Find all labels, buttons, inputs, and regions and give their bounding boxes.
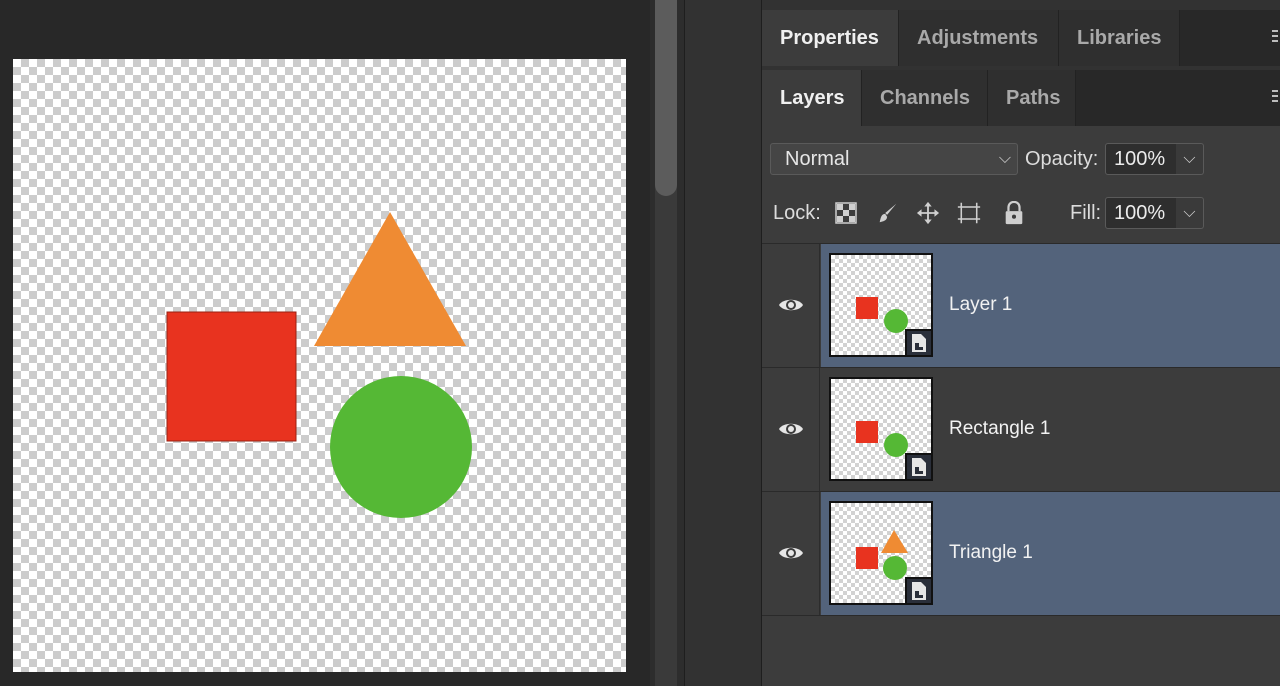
tab-libraries[interactable]: Libraries	[1059, 10, 1180, 66]
orange-triangle-shape[interactable]	[314, 212, 466, 346]
layer-row-rectangle-1[interactable]: Rectangle 1	[762, 368, 1280, 491]
opacity-label: Opacity:	[1025, 148, 1099, 170]
canvas-scrollbar[interactable]	[650, 0, 685, 686]
layer-thumbnail	[829, 501, 933, 605]
panel-menu-icon[interactable]	[1272, 30, 1278, 45]
layer-main-cell[interactable]: Triangle 1	[821, 492, 1280, 615]
layer-name[interactable]: Rectangle 1	[949, 418, 1050, 440]
layers-tab-bar: Layers Channels Paths	[762, 70, 1280, 126]
properties-tab-bar: Properties Adjustments Libraries	[762, 10, 1280, 66]
smart-object-icon	[905, 453, 931, 479]
document-canvas[interactable]	[13, 59, 626, 672]
visibility-toggle[interactable]	[762, 244, 820, 367]
thumb-square-shape	[856, 547, 878, 569]
fill-dropdown-button[interactable]: ⌵	[1176, 197, 1204, 229]
opacity-dropdown-button[interactable]: ⌵	[1176, 143, 1204, 175]
layers-panel-menu-icon[interactable]	[1272, 90, 1278, 105]
layer-row-layer-1[interactable]: Layer 1	[762, 244, 1280, 367]
visibility-toggle[interactable]	[762, 368, 820, 491]
chevron-down-icon: ⌵	[998, 150, 1011, 167]
layers-panel: Normal ⌵ Opacity: 100% ⌵ Lock: Fill: 100…	[762, 126, 1280, 686]
tab-channels[interactable]: Channels	[862, 70, 988, 126]
tab-layers[interactable]: Layers	[762, 70, 862, 126]
layer-main-cell[interactable]: Layer 1	[821, 244, 1280, 367]
layer-name[interactable]: Layer 1	[949, 294, 1012, 316]
smart-object-icon	[905, 577, 931, 603]
thumb-circle-shape	[883, 556, 907, 580]
fill-input[interactable]: 100%	[1105, 197, 1177, 229]
lock-transparent-pixels-icon[interactable]	[834, 201, 858, 225]
red-square-shape[interactable]	[166, 311, 297, 442]
lock-artboard-icon[interactable]	[957, 201, 981, 225]
scrollbar-thumb[interactable]	[655, 0, 677, 196]
layer-thumbnail	[829, 377, 933, 481]
thumb-square-shape	[856, 297, 878, 319]
panel-dock-column	[685, 0, 762, 686]
opacity-input[interactable]: 100%	[1105, 143, 1177, 175]
thumb-triangle-shape	[881, 530, 908, 553]
blend-mode-select[interactable]: Normal ⌵	[770, 143, 1018, 175]
tab-adjustments[interactable]: Adjustments	[899, 10, 1059, 66]
lock-position-icon[interactable]	[916, 201, 940, 225]
eye-icon[interactable]	[778, 544, 804, 562]
layer-name[interactable]: Triangle 1	[949, 542, 1033, 564]
layer-main-cell[interactable]: Rectangle 1	[821, 368, 1280, 491]
canvas-area[interactable]	[0, 0, 650, 686]
right-panels: Properties Adjustments Libraries Layers …	[762, 0, 1280, 686]
blend-mode-value: Normal	[785, 147, 850, 170]
lock-label: Lock:	[773, 202, 821, 224]
canvas-artwork	[166, 212, 472, 518]
green-circle-shape[interactable]	[330, 376, 472, 518]
eye-icon[interactable]	[778, 420, 804, 438]
tab-paths[interactable]: Paths	[988, 70, 1076, 126]
thumb-square-shape	[856, 421, 878, 443]
layer-row-triangle-1[interactable]: Triangle 1	[762, 492, 1280, 615]
fill-label: Fill:	[1070, 202, 1102, 224]
smart-object-icon	[905, 329, 931, 355]
eye-icon[interactable]	[778, 296, 804, 314]
lock-image-pixels-icon[interactable]	[876, 201, 900, 225]
layer-thumbnail	[829, 253, 933, 357]
lock-all-icon[interactable]	[1002, 201, 1026, 225]
visibility-toggle[interactable]	[762, 492, 820, 615]
tab-properties[interactable]: Properties	[762, 10, 899, 66]
